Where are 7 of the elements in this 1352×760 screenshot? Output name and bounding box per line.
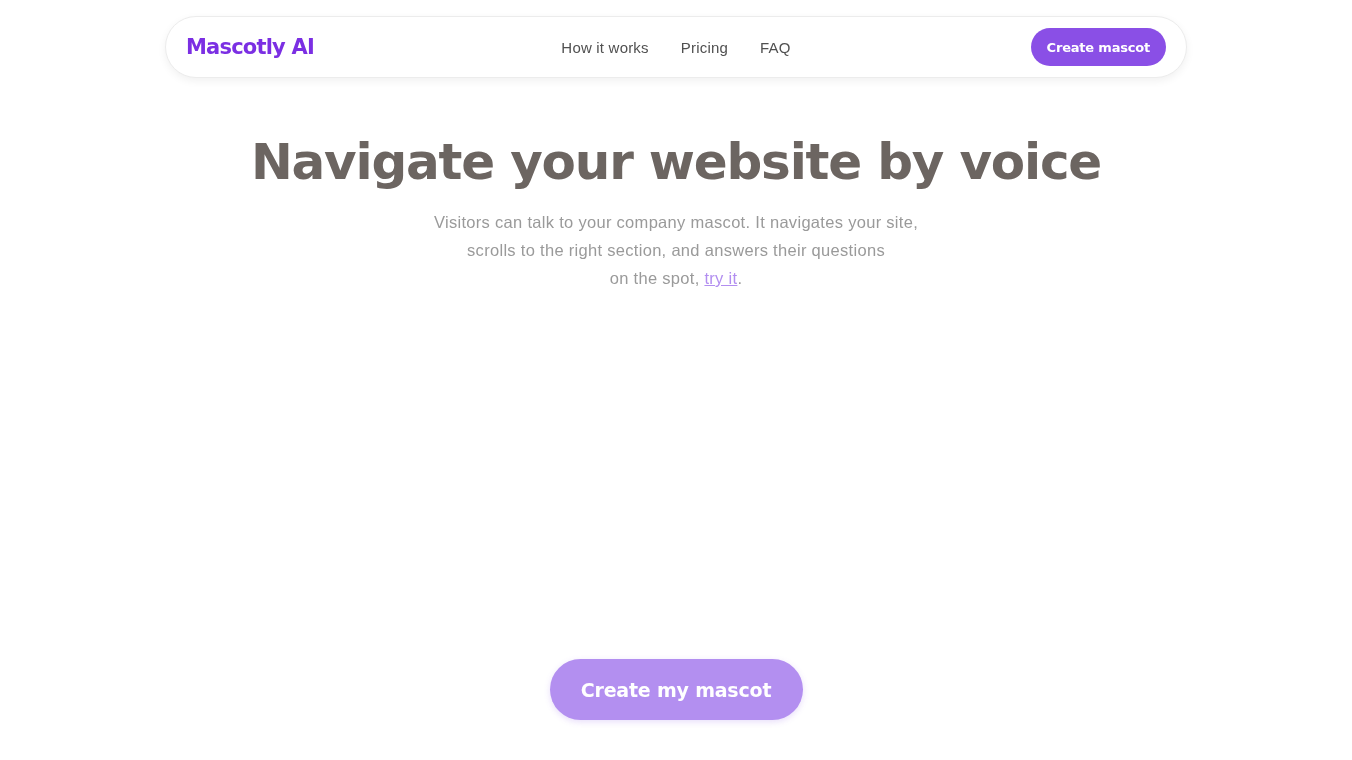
hero-title: Navigate your website by voice xyxy=(250,132,1102,193)
hero-description: Visitors can talk to your company mascot. It navigates your site, scrolls to the right section, and answers their questions on the spot, try it. xyxy=(433,212,919,289)
nav-link[interactable]: Pricing xyxy=(680,38,729,56)
create-mascot-button[interactable]: Create mascot xyxy=(1030,28,1166,66)
logo[interactable]: Mascotly AI xyxy=(186,35,314,59)
nav-link[interactable]: How it works xyxy=(561,38,649,56)
nav-link[interactable]: FAQ xyxy=(760,38,791,56)
